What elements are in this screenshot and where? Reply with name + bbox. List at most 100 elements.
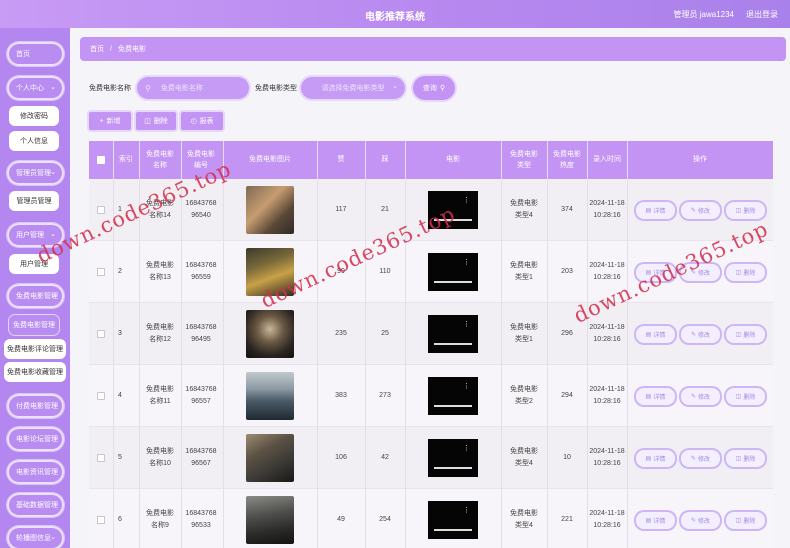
more-options-icon[interactable]: ⋮ [463, 383, 470, 390]
table-row[interactable]: 4 免费电影名称11 1684376896557 383 273 ⋮ 免费电影类… [89, 365, 773, 427]
more-options-icon[interactable]: ⋮ [463, 197, 470, 204]
header-time[interactable]: 录入时间 [587, 141, 627, 179]
logout-link[interactable]: 退出登录 [746, 9, 778, 20]
sidebar-item-label: 管理员管理 [16, 170, 51, 177]
more-options-icon[interactable]: ⋮ [463, 259, 470, 266]
video-progress-bar[interactable] [434, 281, 472, 283]
header-time-label: 录入时间 [593, 156, 621, 164]
sidebar-item-user-mgmt[interactable]: 用户管理 ⌄ [7, 223, 64, 247]
cell-likes: 99 [337, 268, 345, 276]
sidebar-item-basic-data[interactable]: 基础数据管理 [7, 493, 64, 517]
search-button[interactable]: 查询 ⚲ [413, 76, 455, 100]
video-player[interactable]: ⋮ [428, 501, 478, 539]
more-options-icon[interactable]: ⋮ [463, 507, 470, 514]
edit-button[interactable]: ✎ 修改 [681, 264, 720, 281]
movie-name-input[interactable]: ⚲ 免费电影名称 [137, 77, 249, 99]
table-row[interactable]: 1 免费电影名称14 1684376896540 117 21 ⋮ 免费电影类型… [89, 179, 773, 241]
table-row[interactable]: 2 免费电影名称13 1684376896559 99 110 ⋮ 免费电影类型… [89, 241, 773, 303]
detail-button[interactable]: ▤ 详情 [636, 326, 675, 343]
header-heat[interactable]: 免费电影热度 [547, 141, 587, 179]
video-progress-bar[interactable] [434, 529, 472, 531]
sidebar-item-movie-mgmt[interactable]: 免费电影管理 ⌄ [7, 284, 64, 308]
detail-button[interactable]: ▤ 详情 [636, 450, 675, 467]
header-dislikes[interactable]: 踩 [365, 141, 405, 179]
row-checkbox[interactable] [97, 268, 105, 276]
sidebar-item-paid-movie[interactable]: 付费电影管理 [7, 394, 64, 418]
sidebar-subitem-change-password[interactable]: 修改密码 [9, 106, 59, 126]
sidebar-subitem-movie-mgmt[interactable]: 免费电影管理 [9, 315, 59, 335]
header-likes[interactable]: 赞 [317, 141, 365, 179]
edit-button[interactable]: ✎ 修改 [681, 512, 720, 529]
sidebar-item-personal-center[interactable]: 个人中心 ⌄ [7, 76, 64, 100]
sidebar-item-news[interactable]: 电影资讯管理 [7, 460, 64, 484]
sidebar-subitem-admin-mgmt[interactable]: 管理员管理 [9, 191, 59, 211]
row-checkbox[interactable] [97, 330, 105, 338]
row-checkbox[interactable] [97, 454, 105, 462]
video-progress-bar[interactable] [434, 467, 472, 469]
movie-poster-image[interactable] [246, 372, 294, 420]
sidebar-subitem-movie-comment[interactable]: 免费电影评论管理 [4, 339, 66, 359]
row-delete-button[interactable]: ◫ 删除 [726, 388, 765, 405]
header-image[interactable]: 免费电影图片 [223, 141, 317, 179]
row-checkbox[interactable] [97, 206, 105, 214]
detail-icon: ▤ [645, 270, 652, 276]
movie-poster-image[interactable] [246, 310, 294, 358]
video-player[interactable]: ⋮ [428, 377, 478, 415]
report-button[interactable]: ◴ 报表 [181, 112, 223, 130]
movie-type-select[interactable]: 请选择免费电影类型 ⌄ [301, 77, 405, 99]
column-divider [181, 141, 182, 548]
cell-index: 1 [118, 206, 122, 214]
table-row[interactable]: 5 免费电影名称10 1684376896567 106 42 ⋮ 免费电影类型… [89, 427, 773, 489]
table-row[interactable]: 3 免费电影名称12 1684376896495 235 25 ⋮ 免费电影类型… [89, 303, 773, 365]
video-player[interactable]: ⋮ [428, 191, 478, 229]
edit-button[interactable]: ✎ 修改 [681, 202, 720, 219]
header-code[interactable]: 免费电影编号 [181, 141, 221, 179]
breadcrumb-home[interactable]: 首页 [90, 44, 104, 54]
header-name[interactable]: 免费电影名称 [141, 141, 179, 179]
row-delete-button[interactable]: ◫ 删除 [726, 512, 765, 529]
row-delete-button[interactable]: ◫ 删除 [726, 450, 765, 467]
sidebar-item-admin-mgmt[interactable]: 管理员管理 ⌄ [7, 161, 64, 185]
edit-button[interactable]: ✎ 修改 [681, 450, 720, 467]
row-delete-button[interactable]: ◫ 删除 [726, 202, 765, 219]
row-delete-button[interactable]: ◫ 删除 [726, 264, 765, 281]
detail-icon: ▤ [645, 332, 652, 338]
video-progress-bar[interactable] [434, 343, 472, 345]
movie-poster-image[interactable] [246, 186, 294, 234]
select-all-checkbox[interactable] [97, 156, 105, 164]
video-player[interactable]: ⋮ [428, 439, 478, 477]
sidebar-subitem-personal-info[interactable]: 个人信息 [9, 131, 59, 151]
sidebar-subitem-movie-fav[interactable]: 免费电影收藏管理 [4, 362, 66, 382]
edit-button[interactable]: ✎ 修改 [681, 388, 720, 405]
sidebar-item-forum[interactable]: 电影论坛管理 [7, 427, 64, 451]
movie-poster-image[interactable] [246, 434, 294, 482]
movie-poster-image[interactable] [246, 496, 294, 544]
movie-poster-image[interactable] [246, 248, 294, 296]
more-options-icon[interactable]: ⋮ [463, 445, 470, 452]
row-delete-button[interactable]: ◫ 删除 [726, 326, 765, 343]
row-checkbox[interactable] [97, 516, 105, 524]
sidebar-item-home[interactable]: 首页 [7, 42, 64, 66]
column-divider [405, 141, 406, 548]
more-options-icon[interactable]: ⋮ [463, 321, 470, 328]
video-player[interactable]: ⋮ [428, 315, 478, 353]
video-player[interactable]: ⋮ [428, 253, 478, 291]
detail-button[interactable]: ▤ 详情 [636, 512, 675, 529]
edit-button[interactable]: ✎ 修改 [681, 326, 720, 343]
detail-button[interactable]: ▤ 详情 [636, 264, 675, 281]
row-checkbox[interactable] [97, 392, 105, 400]
delete-button[interactable]: ◫ 删除 [136, 112, 176, 130]
video-progress-bar[interactable] [434, 405, 472, 407]
trash-icon: ◫ [144, 118, 151, 125]
header-video[interactable]: 电影 [405, 141, 501, 179]
video-progress-bar[interactable] [434, 219, 472, 221]
detail-button[interactable]: ▤ 详情 [636, 202, 675, 219]
detail-button[interactable]: ▤ 详情 [636, 388, 675, 405]
sidebar-item-carousel[interactable]: 轮播图信息 ⌄ [7, 526, 64, 548]
add-button[interactable]: + 新增 [89, 112, 131, 130]
sidebar-item-label: 轮播图信息 [16, 535, 51, 542]
table-row[interactable]: 6 免费电影名称9 1684376896533 49 254 ⋮ 免费电影类型4… [89, 489, 773, 548]
header-type[interactable]: 免费电影类型 [501, 141, 547, 179]
sidebar-subitem-user-mgmt[interactable]: 用户管理 [9, 254, 59, 274]
breadcrumb-current: 免费电影 [117, 46, 146, 53]
